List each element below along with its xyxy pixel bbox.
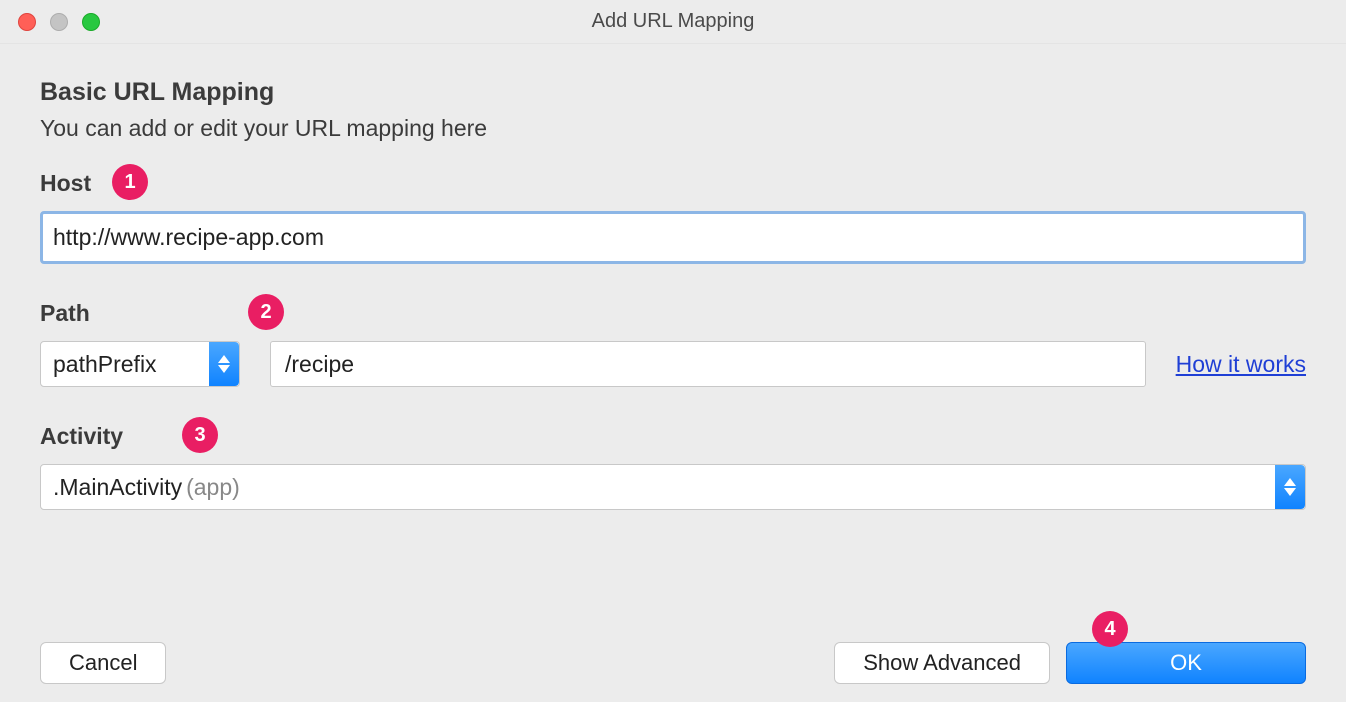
annotation-badge-1: 1 [112,164,148,200]
dialog-footer: Cancel Show Advanced OK 4 [40,642,1306,684]
path-type-select[interactable]: pathPrefix [40,341,240,387]
section-heading: Basic URL Mapping [40,78,1306,107]
minimize-window-button[interactable] [50,13,68,31]
ok-button[interactable]: OK 4 [1066,642,1306,684]
host-input-focus-ring [40,211,1306,264]
path-row: pathPrefix How it works [40,341,1306,387]
annotation-badge-4: 4 [1092,611,1128,647]
activity-selected: .MainActivity (app) [41,465,1275,509]
path-type-selected: pathPrefix [41,342,209,386]
titlebar: Add URL Mapping [0,0,1346,44]
annotation-badge-3: 3 [182,417,218,453]
activity-label: Activity [40,423,1306,450]
window-title: Add URL Mapping [0,10,1346,33]
path-label: Path [40,300,1306,327]
host-section: Host 1 [40,170,1306,264]
show-advanced-button[interactable]: Show Advanced [834,642,1050,684]
ok-button-label: OK [1170,650,1202,675]
activity-selected-suffix: (app) [186,474,240,501]
how-it-works-link[interactable]: How it works [1176,351,1306,378]
add-url-mapping-dialog: Add URL Mapping Basic URL Mapping You ca… [0,0,1346,702]
chevron-up-down-icon [1275,465,1305,509]
cancel-button[interactable]: Cancel [40,642,166,684]
activity-section: Activity 3 .MainActivity (app) [40,423,1306,510]
host-label: Host [40,170,1306,197]
annotation-badge-2: 2 [248,294,284,330]
activity-select[interactable]: .MainActivity (app) [40,464,1306,510]
dialog-body: Basic URL Mapping You can add or edit yo… [0,44,1346,510]
chevron-up-down-icon [209,342,239,386]
section-subheading: You can add or edit your URL mapping her… [40,115,1306,142]
activity-selected-main: .MainActivity [53,474,182,501]
host-input[interactable] [43,216,1303,259]
close-window-button[interactable] [18,13,36,31]
window-controls [18,13,100,31]
path-input[interactable] [270,341,1146,387]
maximize-window-button[interactable] [82,13,100,31]
path-section: Path 2 pathPrefix How it works [40,300,1306,387]
